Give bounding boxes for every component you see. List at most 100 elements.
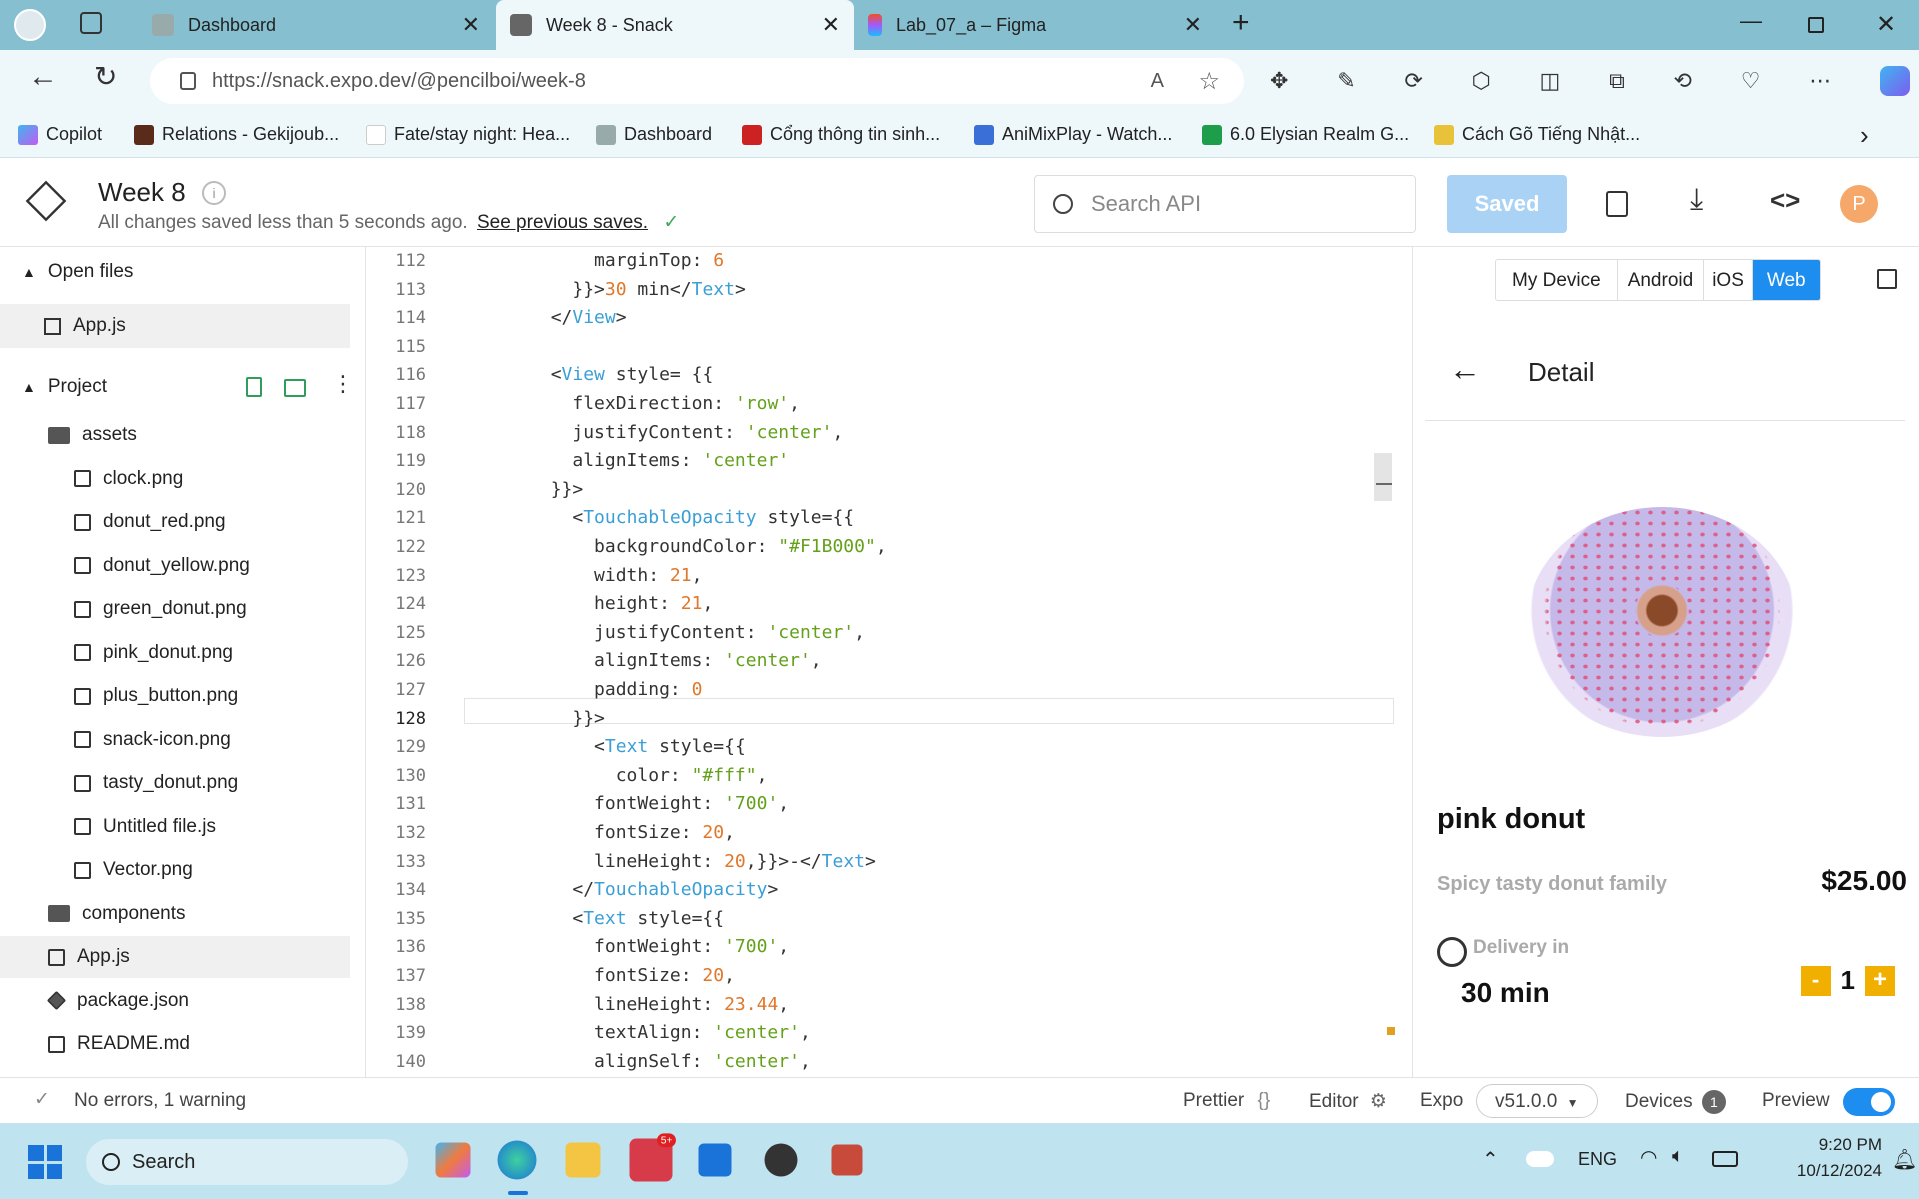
read-aloud-icon[interactable]: A bbox=[1151, 70, 1164, 93]
file-tree-item[interactable]: pink_donut.png bbox=[0, 632, 350, 674]
export-icon[interactable] bbox=[1606, 191, 1628, 217]
favorite-star-icon[interactable]: ☆ bbox=[1198, 67, 1220, 96]
workspaces-icon[interactable] bbox=[80, 12, 102, 34]
file-tree-item[interactable]: assets bbox=[0, 414, 350, 456]
steam-app-icon[interactable] bbox=[764, 1143, 798, 1177]
sdk-version-select[interactable]: v51.0.0 ▼ bbox=[1476, 1084, 1598, 1118]
tab-dashboard[interactable]: Dashboard ✕ bbox=[128, 0, 494, 50]
embed-code-icon[interactable]: <> bbox=[1770, 185, 1800, 216]
project-title[interactable]: Week 8 bbox=[98, 177, 186, 208]
file-explorer-icon[interactable] bbox=[565, 1142, 601, 1178]
wifi-icon[interactable]: ◠ bbox=[1640, 1145, 1657, 1170]
file-tree-item[interactable]: snack-icon.png bbox=[0, 719, 350, 761]
bookmark-cong-thong-tin[interactable]: Cổng thông tin sinh... bbox=[742, 124, 940, 145]
sync-icon[interactable]: ⟳ bbox=[1404, 68, 1422, 94]
new-folder-icon[interactable] bbox=[284, 379, 306, 397]
snipping-tool-icon[interactable] bbox=[831, 1144, 863, 1176]
language-indicator[interactable]: ENG bbox=[1578, 1149, 1617, 1170]
start-windows-icon[interactable] bbox=[28, 1145, 62, 1179]
split-screen-icon[interactable]: ◫ bbox=[1540, 68, 1561, 94]
preview-toggle[interactable] bbox=[1843, 1088, 1895, 1116]
devices-button[interactable]: Devices 1 bbox=[1625, 1090, 1726, 1114]
file-tree-item[interactable]: components bbox=[0, 893, 350, 935]
move-icon[interactable]: ✥ bbox=[1270, 68, 1288, 94]
bookmark-relations[interactable]: Relations - Gekijoub... bbox=[134, 124, 339, 145]
file-tree-item[interactable]: Vector.png bbox=[0, 849, 350, 891]
copilot-app-icon[interactable] bbox=[435, 1142, 471, 1178]
clock-date[interactable]: 10/12/2024 bbox=[1778, 1161, 1882, 1181]
copilot-icon[interactable] bbox=[1879, 66, 1910, 96]
tab-figma[interactable]: Lab_07_a – Figma ✕ bbox=[856, 0, 1216, 50]
notification-bell-icon[interactable]: 🔔︎ bbox=[1892, 1147, 1917, 1172]
bookmark-animixplay[interactable]: AniMixPlay - Watch... bbox=[974, 124, 1172, 145]
tab-week-8-snack[interactable]: Week 8 - Snack ✕ bbox=[496, 0, 854, 50]
search-api-box[interactable]: Search API bbox=[1034, 175, 1416, 233]
project-more-icon[interactable]: ⋮ bbox=[332, 371, 354, 397]
battery-icon[interactable] bbox=[1712, 1151, 1738, 1167]
history-icon[interactable]: ⟲ bbox=[1674, 68, 1692, 94]
file-tree-item[interactable]: README.md bbox=[0, 1023, 350, 1065]
code-editor[interactable]: 112 marginTop: 6 113 }}>30 min</Text> 114 … bbox=[366, 247, 1412, 1077]
taskbar-search-box[interactable]: Search bbox=[86, 1139, 408, 1185]
zalo-app-icon[interactable]: 5+ bbox=[629, 1133, 676, 1182]
refresh-icon[interactable]: ↻ bbox=[94, 60, 117, 93]
extensions-icon[interactable]: ⬡ bbox=[1472, 68, 1491, 94]
close-tab-icon[interactable]: ✕ bbox=[822, 12, 840, 38]
file-tree-item[interactable]: Untitled file.js bbox=[0, 806, 350, 848]
close-tab-icon[interactable]: ✕ bbox=[462, 12, 480, 38]
collections-icon[interactable]: ⧉ bbox=[1609, 68, 1625, 94]
bookmark-cach-go[interactable]: Cách Gõ Tiếng Nhật... bbox=[1434, 124, 1640, 145]
maximize-icon[interactable] bbox=[1808, 17, 1824, 33]
onedrive-cloud-icon[interactable] bbox=[1526, 1151, 1554, 1167]
bookmarks-more-chevron-icon[interactable]: › bbox=[1860, 120, 1869, 151]
url-field[interactable]: https://snack.expo.dev/@pencilboi/week-8… bbox=[150, 58, 1244, 104]
bookmark-fate[interactable]: Fate/stay night: Hea... bbox=[366, 124, 570, 145]
previous-saves-link[interactable]: See previous saves. bbox=[477, 212, 648, 233]
eyedropper-icon[interactable]: ✎ bbox=[1337, 68, 1355, 94]
back-arrow-icon[interactable]: ← bbox=[1449, 351, 1481, 388]
minimize-icon[interactable]: — bbox=[1740, 8, 1762, 34]
editor-scrollbar-thumb[interactable] bbox=[1374, 453, 1392, 501]
back-icon[interactable]: ← bbox=[28, 60, 58, 94]
snack-logo-icon[interactable] bbox=[25, 180, 67, 222]
close-tab-icon[interactable]: ✕ bbox=[1184, 12, 1202, 38]
file-tree-item[interactable]: plus_button.png bbox=[0, 675, 350, 717]
file-tree-item[interactable]: donut_yellow.png bbox=[0, 545, 350, 587]
open-file-item[interactable]: App.js bbox=[0, 304, 350, 348]
clock-time[interactable]: 9:20 PM bbox=[1790, 1135, 1882, 1155]
file-tree-item[interactable]: tasty_donut.png bbox=[0, 762, 350, 804]
increment-button[interactable]: + bbox=[1865, 965, 1895, 996]
open-files-header[interactable]: ▲ Open files bbox=[0, 251, 350, 293]
editor-settings[interactable]: Editor ⚙ bbox=[1309, 1090, 1387, 1113]
avatar[interactable]: P bbox=[1840, 185, 1878, 223]
volume-icon[interactable]: 🔈︎ bbox=[1672, 1145, 1684, 1168]
file-tree-item[interactable]: green_donut.png bbox=[0, 588, 350, 630]
bookmark-elysian-realm[interactable]: 6.0 Elysian Realm G... bbox=[1202, 124, 1409, 145]
show-hidden-icons-chevron-icon[interactable]: ⌃ bbox=[1482, 1147, 1499, 1172]
more-icon[interactable]: ⋯ bbox=[1809, 68, 1831, 94]
new-tab-icon[interactable]: + bbox=[1232, 6, 1250, 40]
performance-icon[interactable]: ♡ bbox=[1741, 68, 1761, 94]
bookmark-dashboard[interactable]: Dashboard bbox=[596, 124, 712, 145]
platform-my-device[interactable]: My Device bbox=[1496, 260, 1618, 300]
close-window-icon[interactable]: ✕ bbox=[1876, 10, 1896, 39]
prettier-toggle[interactable]: Prettier {} bbox=[1183, 1090, 1270, 1112]
problems-status[interactable]: No errors, 1 warning bbox=[74, 1090, 246, 1112]
file-tree-item[interactable]: donut_red.png bbox=[0, 501, 350, 543]
platform-android[interactable]: Android bbox=[1618, 260, 1705, 300]
info-icon[interactable]: i bbox=[202, 181, 226, 205]
bookmark-copilot[interactable]: Copilot bbox=[18, 124, 102, 145]
download-icon[interactable]: ⤓ bbox=[1690, 183, 1703, 217]
settings-app-icon[interactable] bbox=[698, 1143, 732, 1177]
saved-button[interactable]: Saved bbox=[1447, 175, 1567, 233]
decrement-button[interactable]: - bbox=[1800, 965, 1831, 996]
file-tree-item[interactable]: package.json bbox=[0, 980, 350, 1022]
file-tree-item[interactable]: clock.png bbox=[0, 458, 350, 500]
edge-app-icon[interactable] bbox=[497, 1140, 537, 1180]
file-tree-item[interactable]: App.js bbox=[0, 936, 350, 978]
open-external-icon[interactable] bbox=[1877, 269, 1897, 289]
platform-ios[interactable]: iOS bbox=[1704, 260, 1753, 300]
new-file-icon[interactable] bbox=[246, 377, 262, 397]
profile-avatar[interactable] bbox=[14, 9, 46, 41]
platform-web[interactable]: Web bbox=[1752, 260, 1820, 300]
